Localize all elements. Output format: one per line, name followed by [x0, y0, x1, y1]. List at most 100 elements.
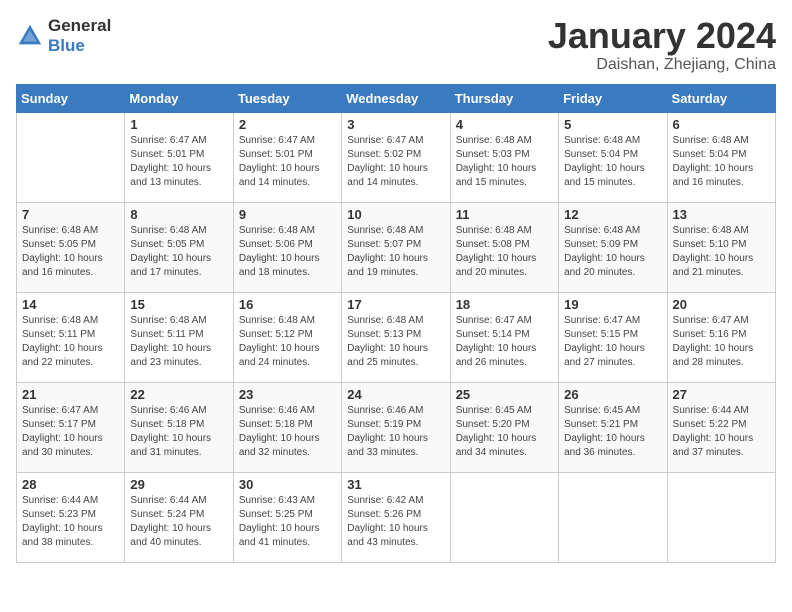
header-tuesday: Tuesday: [233, 84, 341, 112]
day-number: 22: [130, 387, 227, 402]
logo: General Blue: [16, 16, 111, 56]
day-info: Sunrise: 6:47 AM Sunset: 5:02 PM Dayligh…: [347, 134, 444, 190]
table-row: 26 Sunrise: 6:45 AM Sunset: 5:21 PM Dayli…: [559, 382, 667, 472]
day-number: 28: [22, 477, 119, 492]
day-info: Sunrise: 6:48 AM Sunset: 5:05 PM Dayligh…: [22, 224, 119, 280]
table-row: 7 Sunrise: 6:48 AM Sunset: 5:05 PM Daylig…: [17, 202, 125, 292]
table-row: [17, 112, 125, 202]
day-number: 14: [22, 297, 119, 312]
table-row: 5Sunrise: 6:48 AM Sunset: 5:04 PM Daylig…: [559, 112, 667, 202]
calendar-week-row: 7 Sunrise: 6:48 AM Sunset: 5:05 PM Daylig…: [17, 202, 776, 292]
table-row: 4Sunrise: 6:48 AM Sunset: 5:03 PM Daylig…: [450, 112, 558, 202]
table-row: 22 Sunrise: 6:46 AM Sunset: 5:18 PM Dayli…: [125, 382, 233, 472]
table-row: 13 Sunrise: 6:48 AM Sunset: 5:10 PM Dayli…: [667, 202, 775, 292]
calendar-title: January 2024: [548, 16, 776, 56]
day-info: Sunrise: 6:47 AM Sunset: 5:01 PM Dayligh…: [239, 134, 336, 190]
table-row: 15Sunrise: 6:48 AM Sunset: 5:11 PM Dayli…: [125, 292, 233, 382]
day-number: 11: [456, 207, 553, 222]
table-row: 6 Sunrise: 6:48 AM Sunset: 5:04 PM Daylig…: [667, 112, 775, 202]
day-number: 29: [130, 477, 227, 492]
day-info: Sunrise: 6:48 AM Sunset: 5:10 PM Dayligh…: [673, 224, 770, 280]
day-info: Sunrise: 6:42 AM Sunset: 5:26 PM Dayligh…: [347, 494, 444, 550]
day-info: Sunrise: 6:47 AM Sunset: 5:16 PM Dayligh…: [673, 314, 770, 370]
calendar-week-row: 1Sunrise: 6:47 AM Sunset: 5:01 PM Daylig…: [17, 112, 776, 202]
table-row: 10Sunrise: 6:48 AM Sunset: 5:07 PM Dayli…: [342, 202, 450, 292]
title-area: January 2024 Daishan, Zhejiang, China: [548, 16, 776, 74]
header: General Blue January 2024 Daishan, Zheji…: [16, 16, 776, 74]
day-number: 10: [347, 207, 444, 222]
header-monday: Monday: [125, 84, 233, 112]
table-row: 12 Sunrise: 6:48 AM Sunset: 5:09 PM Dayli…: [559, 202, 667, 292]
day-info: Sunrise: 6:44 AM Sunset: 5:23 PM Dayligh…: [22, 494, 119, 550]
table-row: 18Sunrise: 6:47 AM Sunset: 5:14 PM Dayli…: [450, 292, 558, 382]
day-number: 27: [673, 387, 770, 402]
table-row: 14 Sunrise: 6:48 AM Sunset: 5:11 PM Dayli…: [17, 292, 125, 382]
day-info: Sunrise: 6:46 AM Sunset: 5:18 PM Dayligh…: [130, 404, 227, 460]
table-row: 29 Sunrise: 6:44 AM Sunset: 5:24 PM Dayli…: [125, 472, 233, 562]
table-row: 16 Sunrise: 6:48 AM Sunset: 5:12 PM Dayli…: [233, 292, 341, 382]
day-number: 24: [347, 387, 444, 402]
table-row: 8 Sunrise: 6:48 AM Sunset: 5:05 PM Daylig…: [125, 202, 233, 292]
day-info: Sunrise: 6:48 AM Sunset: 5:04 PM Dayligh…: [673, 134, 770, 190]
day-info: Sunrise: 6:44 AM Sunset: 5:24 PM Dayligh…: [130, 494, 227, 550]
day-info: Sunrise: 6:48 AM Sunset: 5:06 PM Dayligh…: [239, 224, 336, 280]
table-row: 31Sunrise: 6:42 AM Sunset: 5:26 PM Dayli…: [342, 472, 450, 562]
day-info: Sunrise: 6:46 AM Sunset: 5:18 PM Dayligh…: [239, 404, 336, 460]
table-row: 9 Sunrise: 6:48 AM Sunset: 5:06 PM Daylig…: [233, 202, 341, 292]
day-info: Sunrise: 6:48 AM Sunset: 5:05 PM Dayligh…: [130, 224, 227, 280]
day-number: 2: [239, 117, 336, 132]
day-number: 16: [239, 297, 336, 312]
day-number: 13: [673, 207, 770, 222]
day-info: Sunrise: 6:48 AM Sunset: 5:13 PM Dayligh…: [347, 314, 444, 370]
table-row: 3Sunrise: 6:47 AM Sunset: 5:02 PM Daylig…: [342, 112, 450, 202]
table-row: 30Sunrise: 6:43 AM Sunset: 5:25 PM Dayli…: [233, 472, 341, 562]
table-row: 21Sunrise: 6:47 AM Sunset: 5:17 PM Dayli…: [17, 382, 125, 472]
table-row: [667, 472, 775, 562]
day-number: 15: [130, 297, 227, 312]
day-info: Sunrise: 6:48 AM Sunset: 5:03 PM Dayligh…: [456, 134, 553, 190]
header-sunday: Sunday: [17, 84, 125, 112]
calendar-subtitle: Daishan, Zhejiang, China: [548, 56, 776, 74]
header-wednesday: Wednesday: [342, 84, 450, 112]
day-number: 20: [673, 297, 770, 312]
table-row: 28 Sunrise: 6:44 AM Sunset: 5:23 PM Dayli…: [17, 472, 125, 562]
calendar-week-row: 21Sunrise: 6:47 AM Sunset: 5:17 PM Dayli…: [17, 382, 776, 472]
day-number: 17: [347, 297, 444, 312]
table-row: [450, 472, 558, 562]
day-number: 19: [564, 297, 661, 312]
calendar-table: Sunday Monday Tuesday Wednesday Thursday…: [16, 84, 776, 563]
logo-icon: [16, 22, 44, 50]
table-row: 25 Sunrise: 6:45 AM Sunset: 5:20 PM Dayli…: [450, 382, 558, 472]
table-row: [559, 472, 667, 562]
day-number: 26: [564, 387, 661, 402]
day-info: Sunrise: 6:48 AM Sunset: 5:11 PM Dayligh…: [22, 314, 119, 370]
day-info: Sunrise: 6:45 AM Sunset: 5:21 PM Dayligh…: [564, 404, 661, 460]
day-info: Sunrise: 6:48 AM Sunset: 5:12 PM Dayligh…: [239, 314, 336, 370]
table-row: 23 Sunrise: 6:46 AM Sunset: 5:18 PM Dayli…: [233, 382, 341, 472]
day-number: 8: [130, 207, 227, 222]
day-info: Sunrise: 6:45 AM Sunset: 5:20 PM Dayligh…: [456, 404, 553, 460]
day-info: Sunrise: 6:48 AM Sunset: 5:09 PM Dayligh…: [564, 224, 661, 280]
day-info: Sunrise: 6:47 AM Sunset: 5:01 PM Dayligh…: [130, 134, 227, 190]
day-info: Sunrise: 6:47 AM Sunset: 5:17 PM Dayligh…: [22, 404, 119, 460]
table-row: 2 Sunrise: 6:47 AM Sunset: 5:01 PM Daylig…: [233, 112, 341, 202]
calendar-week-row: 28 Sunrise: 6:44 AM Sunset: 5:23 PM Dayli…: [17, 472, 776, 562]
day-number: 25: [456, 387, 553, 402]
day-number: 6: [673, 117, 770, 132]
logo-text-blue: Blue: [48, 36, 85, 55]
day-number: 7: [22, 207, 119, 222]
logo-text-general: General: [48, 16, 111, 35]
day-info: Sunrise: 6:48 AM Sunset: 5:04 PM Dayligh…: [564, 134, 661, 190]
header-friday: Friday: [559, 84, 667, 112]
header-saturday: Saturday: [667, 84, 775, 112]
day-number: 30: [239, 477, 336, 492]
day-number: 12: [564, 207, 661, 222]
day-number: 23: [239, 387, 336, 402]
day-info: Sunrise: 6:48 AM Sunset: 5:08 PM Dayligh…: [456, 224, 553, 280]
day-info: Sunrise: 6:47 AM Sunset: 5:14 PM Dayligh…: [456, 314, 553, 370]
weekday-header-row: Sunday Monday Tuesday Wednesday Thursday…: [17, 84, 776, 112]
table-row: 1Sunrise: 6:47 AM Sunset: 5:01 PM Daylig…: [125, 112, 233, 202]
day-number: 9: [239, 207, 336, 222]
header-thursday: Thursday: [450, 84, 558, 112]
day-info: Sunrise: 6:47 AM Sunset: 5:15 PM Dayligh…: [564, 314, 661, 370]
